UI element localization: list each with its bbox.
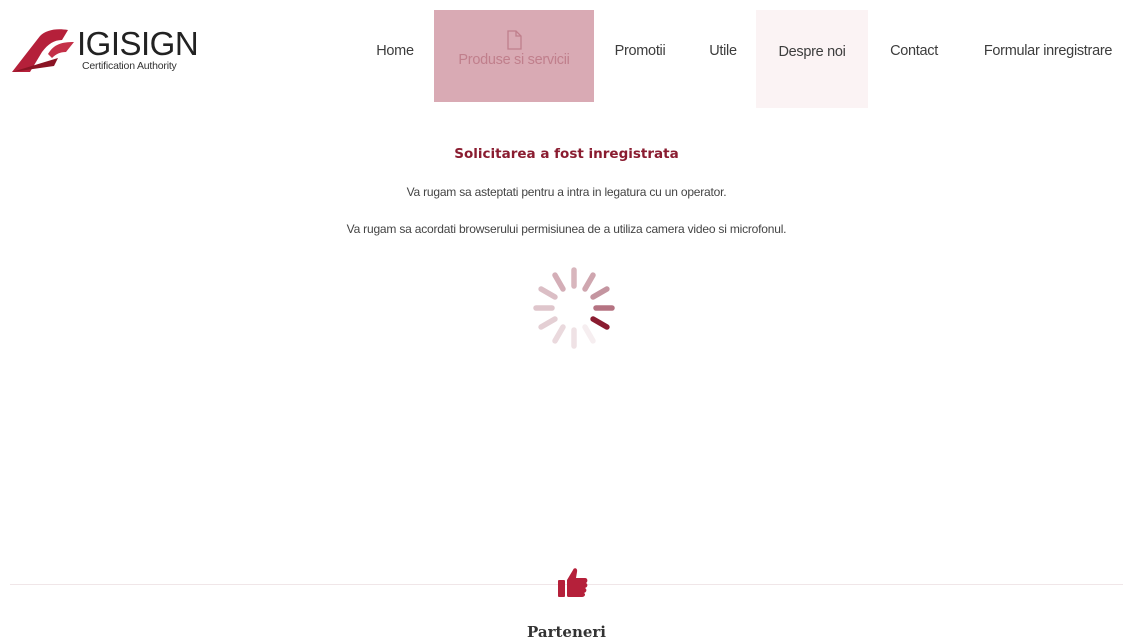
- thumbs-up-icon: [558, 568, 588, 597]
- nav-item-produse-si-servicii[interactable]: Produse si servicii: [434, 10, 594, 102]
- nav-item-contact[interactable]: Contact: [876, 0, 952, 102]
- permission-message: Va rugam sa acordati browserului permisi…: [346, 222, 787, 236]
- nav-item-promotii[interactable]: Promotii: [603, 0, 677, 102]
- nav-item-home[interactable]: Home: [366, 0, 424, 102]
- main-navigation: Home Produse si servicii Promotii Utile …: [0, 0, 1133, 108]
- nav-item-label: Despre noi: [778, 44, 846, 60]
- wait-message: Va rugam sa asteptati pentru a intra in …: [406, 185, 727, 199]
- nav-item-formular-inregistrare[interactable]: Formular inregistrare: [970, 0, 1126, 102]
- nav-item-label: Produse si servicii: [458, 52, 570, 68]
- nav-item-label: Contact: [890, 43, 938, 59]
- header: IGISIGN Certification Authority Home Pro…: [0, 0, 1133, 108]
- nav-item-label: Promotii: [614, 43, 666, 59]
- page: IGISIGN Certification Authority Home Pro…: [0, 0, 1133, 641]
- nav-item-despre-noi[interactable]: Despre noi: [756, 10, 868, 108]
- document-icon: [507, 30, 522, 50]
- nav-item-label: Formular inregistrare: [983, 43, 1113, 59]
- page-title: Solicitarea a fost inregistrata: [454, 146, 679, 162]
- loading-spinner-icon: [533, 267, 615, 349]
- nav-item-label: Home: [376, 43, 414, 59]
- nav-item-label: Utile: [709, 43, 737, 59]
- nav-item-utile[interactable]: Utile: [697, 0, 749, 102]
- partners-heading: Parteneri: [526, 623, 607, 641]
